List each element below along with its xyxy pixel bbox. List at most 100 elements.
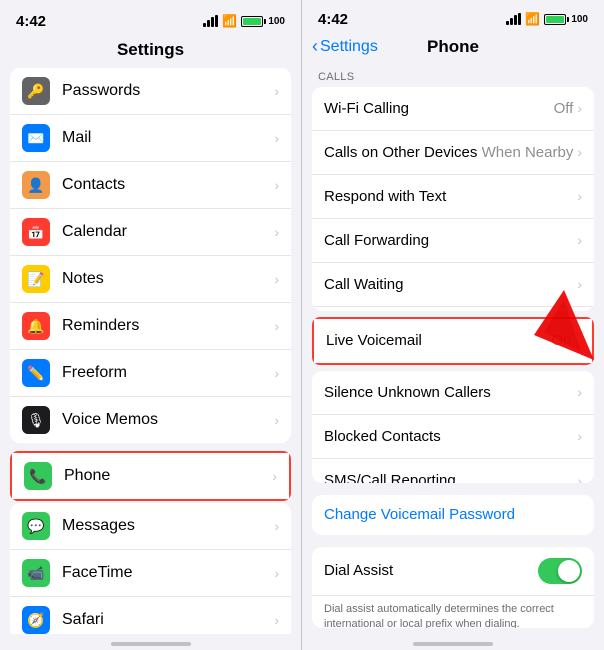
- left-status-icons: 📶 100: [203, 14, 285, 28]
- chevron-icon: ›: [274, 365, 279, 381]
- freeform-label: Freeform: [62, 364, 274, 382]
- safari-icon: 🧭: [22, 606, 50, 634]
- settings-item-voice-memos[interactable]: 🎙 Voice Memos ›: [10, 397, 291, 443]
- respond-text-label: Respond with Text: [324, 188, 577, 205]
- chevron-icon: ›: [274, 612, 279, 628]
- facetime-label: FaceTime: [62, 564, 274, 582]
- blocked-contacts-label: Blocked Contacts: [324, 428, 577, 445]
- calls-list-group: Wi-Fi Calling Off › Calls on Other Devic…: [312, 87, 594, 311]
- settings-item-notes[interactable]: 📝 Notes ›: [10, 256, 291, 303]
- settings-item-calendar[interactable]: 📅 Calendar ›: [10, 209, 291, 256]
- calendar-icon: 📅: [22, 218, 50, 246]
- wifi-icon: 📶: [525, 12, 540, 26]
- settings-item-freeform[interactable]: ✏️ Freeform ›: [10, 350, 291, 397]
- right-status-icons: 📶 100: [506, 12, 588, 26]
- calls-other-value: When Nearby: [482, 144, 574, 161]
- wifi-calling-label: Wi-Fi Calling: [324, 100, 554, 117]
- notes-label: Notes: [62, 270, 274, 288]
- mail-icon: ✉️: [22, 124, 50, 152]
- messages-label: Messages: [62, 517, 274, 535]
- chevron-icon: ›: [272, 468, 277, 484]
- back-button[interactable]: ‹ Settings: [312, 36, 378, 57]
- settings-group-1: 🔑 Passwords › ✉️ Mail › 👤 Contacts › 📅 C…: [10, 68, 291, 443]
- dial-assist-description: Dial assist automatically determines the…: [312, 596, 594, 628]
- chevron-icon: ›: [577, 473, 582, 483]
- show-caller-id-item[interactable]: Show My Caller ID ›: [312, 307, 594, 311]
- chevron-icon: ›: [577, 428, 582, 444]
- reminders-label: Reminders: [62, 317, 274, 335]
- right-status-bar: 4:42 📶 100: [302, 0, 604, 33]
- dial-assist-toggle[interactable]: [538, 558, 582, 584]
- wifi-calling-item[interactable]: Wi-Fi Calling Off ›: [312, 87, 594, 131]
- left-time: 4:42: [16, 13, 46, 30]
- contacts-icon: 👤: [22, 171, 50, 199]
- dial-assist-label: Dial Assist: [324, 562, 538, 579]
- change-voicemail-link[interactable]: Change Voicemail Password: [324, 506, 515, 523]
- sms-reporting-label: SMS/Call Reporting: [324, 472, 577, 483]
- reminders-icon: 🔔: [22, 312, 50, 340]
- back-chevron-icon: ‹: [312, 36, 318, 57]
- chevron-icon: ›: [577, 188, 582, 204]
- chevron-icon: ›: [274, 318, 279, 334]
- chevron-icon: ›: [274, 271, 279, 287]
- left-header: Settings: [0, 36, 301, 68]
- voicemail-list-group: Silence Unknown Callers › Blocked Contac…: [312, 371, 594, 483]
- mail-label: Mail: [62, 129, 274, 147]
- settings-item-messages[interactable]: 💬 Messages ›: [10, 503, 291, 550]
- sms-reporting-item[interactable]: SMS/Call Reporting ›: [312, 459, 594, 483]
- settings-item-passwords[interactable]: 🔑 Passwords ›: [10, 68, 291, 115]
- settings-item-reminders[interactable]: 🔔 Reminders ›: [10, 303, 291, 350]
- live-voicemail-item[interactable]: Live Voicemail On ›: [314, 319, 592, 363]
- phone-icon: 📞: [24, 462, 52, 490]
- call-forwarding-item[interactable]: Call Forwarding ›: [312, 219, 594, 263]
- left-home-indicator: [0, 634, 301, 650]
- left-panel: 4:42 📶 100 Settings 🔑: [0, 0, 302, 650]
- right-title: Phone: [427, 37, 479, 57]
- call-waiting-item[interactable]: Call Waiting ›: [312, 263, 594, 307]
- left-status-bar: 4:42 📶 100: [0, 0, 301, 36]
- chevron-icon: ›: [577, 384, 582, 400]
- signal-bars-icon: [506, 13, 521, 25]
- silence-unknown-label: Silence Unknown Callers: [324, 384, 577, 401]
- battery-icon: 100: [544, 14, 588, 25]
- silence-unknown-item[interactable]: Silence Unknown Callers ›: [312, 371, 594, 415]
- right-panel: 4:42 📶 100: [302, 0, 604, 650]
- right-time: 4:42: [318, 11, 348, 28]
- calendar-label: Calendar: [62, 223, 274, 241]
- freeform-icon: ✏️: [22, 359, 50, 387]
- safari-label: Safari: [62, 611, 274, 629]
- contacts-label: Contacts: [62, 176, 274, 194]
- call-waiting-label: Call Waiting: [324, 276, 577, 293]
- calls-other-devices-item[interactable]: Calls on Other Devices When Nearby ›: [312, 131, 594, 175]
- phone-label: Phone: [64, 467, 272, 485]
- wifi-icon: 📶: [222, 14, 237, 28]
- call-forwarding-label: Call Forwarding: [324, 232, 577, 249]
- dial-assist-row[interactable]: Dial Assist: [312, 547, 594, 596]
- battery-icon: 100: [241, 16, 285, 27]
- chevron-icon: ›: [274, 83, 279, 99]
- settings-item-safari[interactable]: 🧭 Safari ›: [10, 597, 291, 634]
- chevron-icon: ›: [274, 177, 279, 193]
- settings-item-phone[interactable]: 📞 Phone ›: [12, 453, 289, 499]
- chevron-icon: ›: [274, 565, 279, 581]
- settings-list: 🔑 Passwords › ✉️ Mail › 👤 Contacts › 📅 C…: [0, 68, 301, 634]
- blocked-contacts-item[interactable]: Blocked Contacts ›: [312, 415, 594, 459]
- live-voicemail-value: On: [551, 332, 571, 349]
- live-voicemail-highlighted: Live Voicemail On ›: [312, 317, 594, 365]
- wifi-calling-value: Off: [554, 100, 574, 117]
- chevron-icon: ›: [274, 412, 279, 428]
- calls-section-header: CALLS: [302, 65, 604, 87]
- settings-item-mail[interactable]: ✉️ Mail ›: [10, 115, 291, 162]
- passwords-icon: 🔑: [22, 77, 50, 105]
- left-title: Settings: [117, 40, 184, 59]
- settings-item-contacts[interactable]: 👤 Contacts ›: [10, 162, 291, 209]
- toggle-thumb: [558, 560, 580, 582]
- respond-text-item[interactable]: Respond with Text ›: [312, 175, 594, 219]
- right-home-indicator: [302, 634, 604, 650]
- calls-other-label: Calls on Other Devices: [324, 144, 482, 161]
- chevron-icon: ›: [274, 518, 279, 534]
- settings-item-facetime[interactable]: 📹 FaceTime ›: [10, 550, 291, 597]
- chevron-icon: ›: [577, 144, 582, 160]
- change-voicemail-section[interactable]: Change Voicemail Password: [312, 495, 594, 535]
- voice-memos-icon: 🎙: [22, 406, 50, 434]
